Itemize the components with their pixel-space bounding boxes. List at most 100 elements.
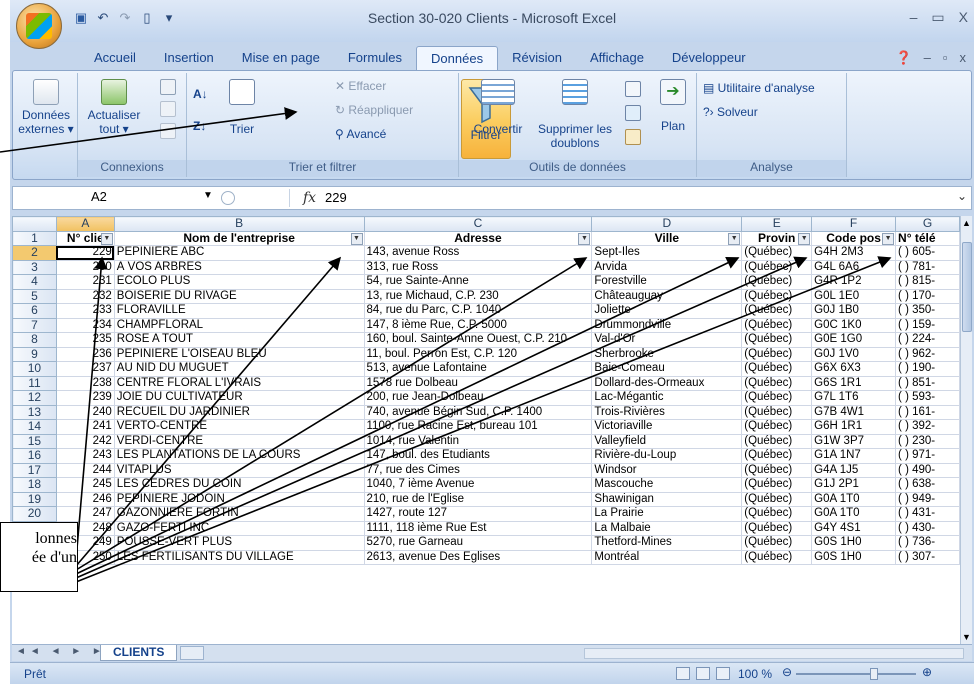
row-header[interactable]: 4	[12, 274, 57, 290]
cell-address[interactable]: 147, boul. des Étudiants	[363, 448, 593, 464]
cell-address[interactable]: 147, 8 ième Rue, C.P. 5000	[363, 317, 593, 333]
cell-address[interactable]: 1111, 118 ième Rue Est	[363, 520, 593, 536]
normal-view-icon[interactable]	[676, 667, 690, 680]
header-cell-adresse[interactable]: Adresse ▼	[363, 230, 593, 246]
doc-minimize-icon[interactable]: –	[924, 50, 931, 66]
tab-insertion[interactable]: Insertion	[150, 46, 228, 70]
cell-postal-code[interactable]: G6S 1R1	[811, 375, 897, 391]
doc-restore-icon[interactable]: ▫	[943, 50, 948, 66]
cell-postal-code[interactable]: G6H 1R1	[811, 419, 897, 435]
cell-province[interactable]: (Québec)	[741, 346, 813, 362]
cell-client-number[interactable]: 235	[55, 332, 115, 348]
cell-phone[interactable]: ( ) 307-	[895, 549, 960, 565]
cell-city[interactable]: Drummondville	[591, 317, 743, 333]
zoom-slider[interactable]	[796, 673, 916, 675]
row-header[interactable]: 2	[12, 245, 57, 261]
cell-address[interactable]: 2613, avenue Des Églises	[363, 549, 593, 565]
cell-postal-code[interactable]: G1J 2P1	[811, 477, 897, 493]
row-header[interactable]: 14	[12, 419, 57, 435]
sort-az-button[interactable]: A↓	[193, 87, 208, 101]
formula-value[interactable]: 229	[325, 190, 347, 205]
cell-address[interactable]: 1578 rue Dolbeau	[363, 375, 593, 391]
cell-city[interactable]: Rivière-du-Loup	[591, 448, 743, 464]
redo-icon[interactable]: ↷	[116, 10, 134, 26]
qat-dropdown-icon[interactable]: ▾	[160, 10, 178, 26]
cell-province[interactable]: (Québec)	[741, 535, 813, 551]
filter-dropdown-icon[interactable]: ▼	[100, 232, 113, 245]
cell-phone[interactable]: ( ) 605-	[895, 245, 960, 261]
cell-address[interactable]: 1014, rue Valentin	[363, 433, 593, 449]
cell-client-number[interactable]: 242	[55, 433, 115, 449]
scroll-down-icon[interactable]: ▼	[962, 632, 971, 642]
header-cell-nom[interactable]: Nom de l'entreprise ▼	[113, 230, 365, 246]
cell-postal-code[interactable]: G1A 1N7	[811, 448, 897, 464]
row-header[interactable]: 19	[12, 491, 57, 507]
cell-city[interactable]: Windsor	[591, 462, 743, 478]
cell-company-name[interactable]: ROSE A TOUT	[113, 332, 365, 348]
row-header[interactable]: 15	[12, 433, 57, 449]
cell-city[interactable]: Montréal	[591, 549, 743, 565]
tab-revision[interactable]: Révision	[498, 46, 576, 70]
cell-company-name[interactable]: BOISERIE DU RIVAGE	[113, 288, 365, 304]
remove-duplicates-button[interactable]: Supprimer les doublons	[535, 79, 615, 150]
cell-province[interactable]: (Québec)	[741, 274, 813, 290]
row-header-1[interactable]: 1	[12, 230, 57, 246]
cell-address[interactable]: 5270, rue Garneau	[363, 535, 593, 551]
cell-city[interactable]: Arvida	[591, 259, 743, 275]
cell-city[interactable]: Châteauguay	[591, 288, 743, 304]
cell-city[interactable]: Victoriaville	[591, 419, 743, 435]
cell-city[interactable]: Forestville	[591, 274, 743, 290]
cell-company-name[interactable]: LES FERTILISANTS DU VILLAGE	[113, 549, 365, 565]
cell-province[interactable]: (Québec)	[741, 332, 813, 348]
row-header[interactable]: 8	[12, 332, 57, 348]
sheet-tab-clients[interactable]: CLIENTS	[100, 645, 178, 661]
cell-company-name[interactable]: ÉCOLO PLUS	[113, 274, 365, 290]
header-cell-code-postal[interactable]: Code pos ▼	[811, 230, 897, 246]
page-break-view-icon[interactable]	[716, 667, 730, 680]
new-doc-icon[interactable]: ▯	[138, 10, 156, 26]
row-header[interactable]: 5	[12, 288, 57, 304]
cell-client-number[interactable]: 240	[55, 404, 115, 420]
cell-client-number[interactable]: 237	[55, 361, 115, 377]
cell-address[interactable]: 160, boul. Sainte-Anne Ouest, C.P. 210	[363, 332, 593, 348]
row-header[interactable]: 6	[12, 303, 57, 319]
cell-province[interactable]: (Québec)	[741, 433, 813, 449]
cell-phone[interactable]: ( ) 431-	[895, 506, 960, 522]
cell-phone[interactable]: ( ) 949-	[895, 491, 960, 507]
cell-city[interactable]: La Malbaie	[591, 520, 743, 536]
undo-icon[interactable]: ↶	[94, 10, 112, 26]
data-validation-icon[interactable]	[625, 81, 641, 97]
cell-postal-code[interactable]: G4L 6A6	[811, 259, 897, 275]
cell-city[interactable]: Sept-Iles	[591, 245, 743, 261]
cell-client-number[interactable]: 246	[55, 491, 115, 507]
cell-postal-code[interactable]: G6X 6X3	[811, 361, 897, 377]
cell-client-number[interactable]: 236	[55, 346, 115, 362]
sort-button[interactable]: Trier	[217, 79, 267, 136]
minimize-icon[interactable]: –	[910, 9, 918, 26]
cell-company-name[interactable]: PÉPINIÈRE L'OISEAU BLEU	[113, 346, 365, 362]
office-button[interactable]	[16, 3, 62, 49]
vertical-scroll-thumb[interactable]	[962, 242, 972, 332]
row-header[interactable]: 20	[12, 506, 57, 522]
worksheet-grid[interactable]: A B C D E F G 1 N° clie ▼ Nom de l'entrep…	[12, 216, 960, 644]
solver-button[interactable]: ?› Solveur	[703, 105, 758, 119]
cell-province[interactable]: (Québec)	[741, 491, 813, 507]
consolidate-icon[interactable]	[625, 105, 641, 121]
cell-address[interactable]: 143, avenue Ross	[363, 245, 593, 261]
row-header[interactable]: 17	[12, 462, 57, 478]
what-if-icon[interactable]	[625, 129, 641, 145]
outline-button[interactable]: ➔ Plan	[655, 79, 691, 133]
cell-client-number[interactable]: 241	[55, 419, 115, 435]
tab-mise-en-page[interactable]: Mise en page	[228, 46, 334, 70]
cell-company-name[interactable]: AU NID DU MUGUET	[113, 361, 365, 377]
cell-city[interactable]: Thetford-Mines	[591, 535, 743, 551]
tab-donnees[interactable]: Données	[416, 46, 499, 70]
cell-client-number[interactable]: 231	[55, 274, 115, 290]
header-cell-telephone[interactable]: N° télé	[895, 230, 960, 246]
column-header-b[interactable]: B	[113, 216, 365, 232]
expand-formula-icon[interactable]: ⌄	[957, 189, 967, 203]
cell-city[interactable]: Shawinigan	[591, 491, 743, 507]
cell-address[interactable]: 200, rue Jean-Dolbeau	[363, 390, 593, 406]
properties-icon[interactable]	[160, 101, 176, 117]
cell-phone[interactable]: ( ) 190-	[895, 361, 960, 377]
